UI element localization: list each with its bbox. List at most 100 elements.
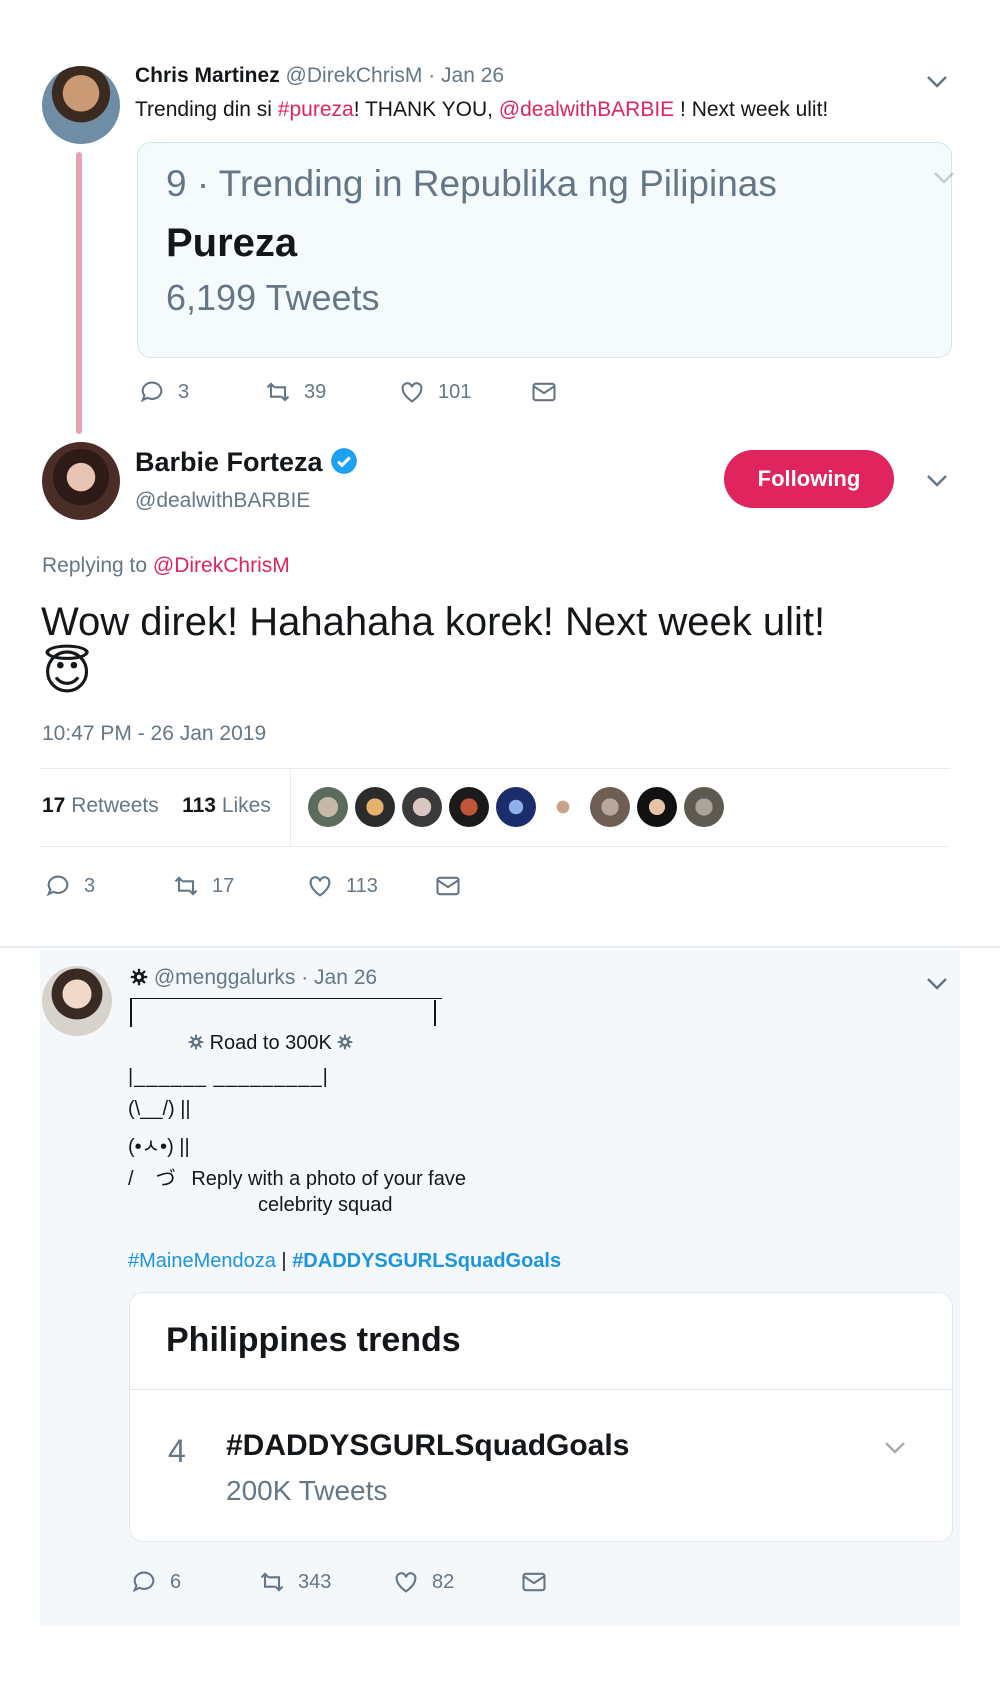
display-name[interactable]: Chris Martinez bbox=[135, 64, 280, 87]
envelope-icon bbox=[532, 382, 556, 402]
reply-button[interactable]: 3 bbox=[138, 378, 189, 406]
avatar[interactable] bbox=[42, 66, 120, 144]
tweet-actions: 3 17 113 bbox=[44, 872, 604, 904]
chevron-down-icon[interactable] bbox=[933, 171, 955, 185]
tweet-actions: 6 343 82 bbox=[130, 1568, 690, 1600]
replying-to: Replying to @DirekChrisM bbox=[42, 554, 290, 577]
divider bbox=[40, 768, 950, 769]
hashtag-link[interactable]: #pureza bbox=[278, 98, 354, 121]
hashtags: #MaineMendoza | #DADDYSGURLSquadGoals bbox=[128, 1250, 562, 1272]
liker-avatar[interactable] bbox=[637, 787, 677, 827]
trend-count: 6,199 Tweets bbox=[166, 277, 380, 318]
trend-card[interactable]: 9 · Trending in Republika ng Pilipinas P… bbox=[137, 142, 955, 358]
trend-count: 200K Tweets bbox=[226, 1475, 388, 1506]
reply-count: 3 bbox=[84, 874, 96, 897]
avatar[interactable] bbox=[42, 966, 112, 1036]
chevron-down-icon[interactable] bbox=[926, 474, 948, 488]
reply-icon bbox=[132, 1571, 155, 1593]
envelope-icon bbox=[522, 1572, 546, 1592]
direct-message-button[interactable] bbox=[530, 378, 558, 406]
like-count: 101 bbox=[438, 380, 472, 403]
liker-avatars bbox=[308, 787, 738, 829]
divider bbox=[130, 1389, 952, 1390]
liker-avatar[interactable] bbox=[355, 787, 395, 827]
tweet-date[interactable]: · Jan 26 bbox=[428, 64, 504, 87]
mention-link[interactable]: @DirekChrisM bbox=[153, 554, 290, 577]
hashtag-link[interactable]: #MaineMendoza bbox=[128, 1250, 276, 1272]
divider bbox=[290, 770, 291, 846]
bunny-text-line2: celebrity squad bbox=[258, 1194, 393, 1216]
trend-rank-line: 9 · Trending in Republika ng Pilipinas bbox=[166, 163, 777, 204]
liker-avatar[interactable] bbox=[496, 787, 536, 827]
retweet-count: 39 bbox=[304, 380, 327, 403]
display-name[interactable]: Barbie Forteza bbox=[135, 447, 323, 477]
retweet-icon bbox=[260, 1572, 284, 1592]
bunny-ears: (\__/) || bbox=[128, 1098, 191, 1120]
tweet-date[interactable]: · Jan 26 bbox=[301, 966, 377, 989]
gear-icon bbox=[188, 1034, 204, 1050]
tweet-text: Wow direk! Hahahaha korek! Next week uli… bbox=[41, 600, 826, 644]
sign-top bbox=[130, 998, 442, 1027]
like-count: 82 bbox=[432, 1570, 455, 1593]
retweets-stat[interactable]: 17 Retweets bbox=[42, 794, 159, 817]
liker-avatar[interactable] bbox=[308, 787, 348, 827]
liker-avatar[interactable] bbox=[684, 787, 724, 827]
reply-count: 3 bbox=[178, 380, 190, 403]
avatar[interactable] bbox=[42, 442, 120, 520]
retweet-count: 343 bbox=[298, 1570, 332, 1593]
chevron-down-icon[interactable] bbox=[926, 75, 948, 89]
reply-count: 6 bbox=[170, 1570, 182, 1593]
hashtag-link[interactable]: #DADDYSGURLSquadGoals bbox=[292, 1250, 561, 1272]
like-button[interactable]: 101 bbox=[398, 378, 471, 406]
sign-title: Road to 300K bbox=[188, 1032, 353, 1055]
direct-message-button[interactable] bbox=[520, 1568, 548, 1596]
chevron-down-icon[interactable] bbox=[926, 977, 948, 991]
heart-icon bbox=[309, 876, 331, 897]
tweet-timestamp[interactable]: 10:47 PM - 26 Jan 2019 bbox=[42, 722, 266, 746]
trend-topic[interactable]: #DADDYSGURLSquadGoals bbox=[226, 1429, 629, 1463]
like-button[interactable]: 82 bbox=[392, 1568, 454, 1596]
heart-icon bbox=[401, 382, 423, 403]
liker-avatar[interactable] bbox=[543, 787, 583, 827]
liker-avatar[interactable] bbox=[402, 787, 442, 827]
display-name-row: Barbie Forteza bbox=[135, 447, 358, 478]
retweet-button[interactable]: 343 bbox=[258, 1568, 331, 1596]
direct-message-button[interactable] bbox=[434, 872, 462, 900]
like-button[interactable]: 113 bbox=[306, 872, 378, 900]
retweet-button[interactable]: 39 bbox=[264, 378, 326, 406]
halo-emoji: 😇 bbox=[42, 647, 93, 700]
tweet-header: @menggalurks · Jan 26 bbox=[130, 966, 377, 990]
retweet-icon bbox=[174, 876, 198, 896]
liker-avatar[interactable] bbox=[590, 787, 630, 827]
liker-avatar[interactable] bbox=[449, 787, 489, 827]
trends-card[interactable]: Philippines trends 4 #DADDYSGURLSquadGoa… bbox=[129, 1292, 953, 1542]
gear-icon bbox=[338, 1034, 353, 1050]
sign-bottom: |______ _________| bbox=[128, 1066, 329, 1088]
tweet-actions: 3 39 101 bbox=[138, 378, 698, 410]
retweet-count: 17 bbox=[212, 874, 235, 897]
user-handle[interactable]: @dealwithBARBIE bbox=[135, 489, 310, 513]
following-button[interactable]: Following bbox=[724, 450, 894, 508]
user-handle[interactable]: @DirekChrisM bbox=[286, 64, 423, 87]
chevron-down-icon[interactable] bbox=[884, 1441, 906, 1455]
thread-line bbox=[76, 152, 82, 434]
reply-icon bbox=[46, 875, 69, 897]
reply-icon bbox=[140, 381, 163, 403]
mention-link[interactable]: @dealwithBARBIE bbox=[499, 98, 674, 121]
engagement-stats: 17 Retweets 113 Likes bbox=[42, 794, 271, 818]
ascii-art: Road to 300K |______ _________| (\__/) |… bbox=[128, 998, 568, 1228]
envelope-icon bbox=[436, 876, 460, 896]
trend-rank: 4 bbox=[168, 1433, 186, 1469]
reply-button[interactable]: 6 bbox=[130, 1568, 181, 1596]
reply-button[interactable]: 3 bbox=[44, 872, 95, 900]
tweet-header: Chris Martinez @DirekChrisM · Jan 26 bbox=[135, 64, 504, 88]
retweet-button[interactable]: 17 bbox=[172, 872, 234, 900]
gear-icon bbox=[130, 968, 148, 986]
following-button-label: Following bbox=[757, 466, 861, 491]
likes-stat[interactable]: 113 Likes bbox=[182, 794, 271, 817]
retweet-icon bbox=[266, 382, 290, 402]
divider bbox=[40, 846, 950, 847]
user-handle[interactable]: @menggalurks bbox=[154, 966, 296, 989]
card-header: Philippines trends bbox=[166, 1321, 461, 1359]
like-count: 113 bbox=[346, 874, 378, 897]
